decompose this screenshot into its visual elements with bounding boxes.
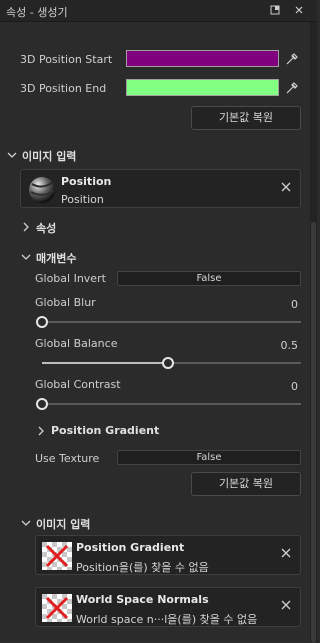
position-end-color-swatch[interactable]	[126, 79, 279, 96]
image-input-subtitle: World space n···l을(를) 찾을 수 없음	[76, 613, 258, 626]
global-invert-dropdown[interactable]: False	[117, 271, 301, 286]
close-icon[interactable]	[280, 547, 292, 559]
position-start-label: 3D Position Start	[20, 53, 113, 66]
image-input-section-title[interactable]: 이미지 입력	[22, 148, 76, 164]
image-input-section-title[interactable]: 이미지 입력	[36, 516, 90, 532]
global-contrast-slider-knob[interactable]	[36, 398, 48, 410]
global-blur-value[interactable]: 0	[260, 298, 298, 311]
panel-titlebar: 속성 - 생성기	[0, 0, 317, 22]
vertical-scrollbar[interactable]	[310, 22, 317, 643]
properties-content: 3D Position Start 3D Position End 기본값 복원…	[0, 22, 310, 643]
global-balance-slider-knob[interactable]	[162, 357, 174, 369]
chevron-right-icon[interactable]	[36, 426, 46, 436]
missing-image-thumbnail	[42, 542, 72, 570]
missing-image-thumbnail	[42, 594, 72, 622]
eyedropper-icon[interactable]	[284, 51, 300, 67]
properties-section-title[interactable]: 속성	[36, 220, 56, 236]
use-texture-label: Use Texture	[35, 452, 100, 465]
close-icon[interactable]	[280, 599, 292, 611]
image-input-name: Position	[61, 175, 112, 188]
sphere-thumbnail	[27, 176, 57, 204]
use-texture-dropdown[interactable]: False	[117, 450, 301, 465]
image-input-name: Position Gradient	[76, 541, 185, 554]
image-input-name: World Space Normals	[76, 593, 209, 606]
chevron-right-icon[interactable]	[21, 222, 31, 232]
chevron-down-icon[interactable]	[21, 518, 31, 528]
image-input-subtitle: Position을(를) 찾을 수 없음	[76, 561, 209, 574]
reset-defaults-button[interactable]: 기본값 복원	[191, 106, 301, 130]
global-balance-slider-fill	[42, 362, 168, 364]
global-balance-value[interactable]: 0.5	[260, 339, 299, 352]
reset-defaults-button[interactable]: 기본값 복원	[191, 472, 301, 496]
global-contrast-slider-track[interactable]	[42, 403, 301, 405]
image-input-card[interactable]: Position Position	[20, 169, 301, 208]
position-start-color-swatch[interactable]	[126, 50, 279, 67]
position-gradient-section-title[interactable]: Position Gradient	[51, 424, 159, 437]
global-blur-slider-knob[interactable]	[36, 316, 48, 328]
global-contrast-label: Global Contrast	[35, 378, 121, 391]
image-input-card[interactable]: World Space Normals World space n···l을(를…	[35, 587, 301, 627]
global-blur-label: Global Blur	[35, 296, 96, 309]
image-input-card[interactable]: Position Gradient Position을(를) 찾을 수 없음	[35, 535, 301, 575]
panel-title: 속성 - 생성기	[6, 6, 68, 19]
global-invert-label: Global Invert	[35, 272, 106, 285]
parameters-section-title[interactable]: 매개변수	[36, 250, 76, 266]
close-icon[interactable]	[292, 4, 306, 18]
scrollbar-thumb[interactable]	[311, 222, 316, 643]
chevron-down-icon[interactable]	[7, 150, 17, 160]
dock-icon[interactable]	[268, 4, 282, 18]
chevron-down-icon[interactable]	[21, 252, 31, 262]
close-icon[interactable]	[280, 181, 292, 193]
global-blur-slider-track[interactable]	[42, 321, 301, 323]
global-contrast-value[interactable]: 0	[260, 380, 298, 393]
position-end-label: 3D Position End	[20, 82, 107, 95]
image-input-subtitle: Position	[61, 193, 104, 206]
global-balance-label: Global Balance	[35, 337, 118, 350]
eyedropper-icon[interactable]	[284, 80, 300, 96]
